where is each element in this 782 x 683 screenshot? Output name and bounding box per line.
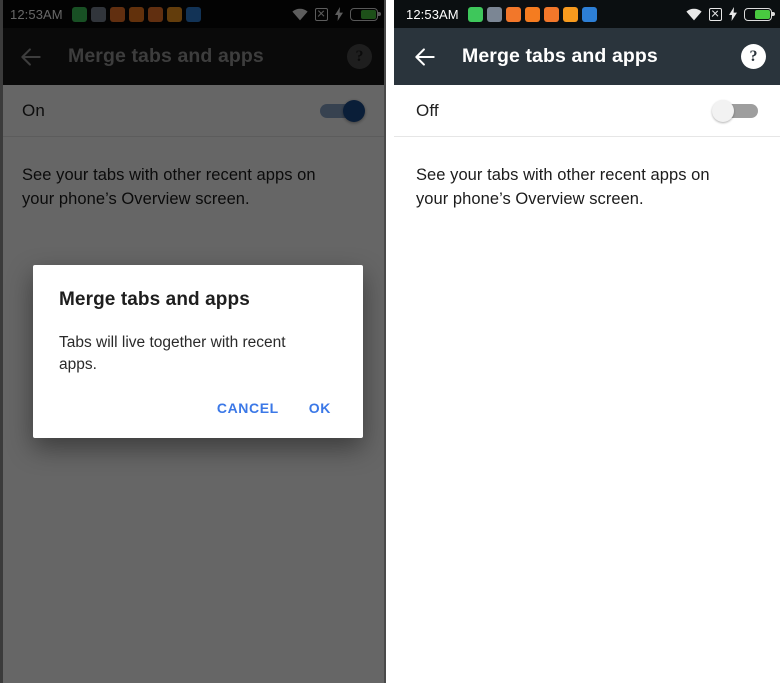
status-system-icons [686,7,775,21]
gray-app-icon [486,6,502,22]
orange-shield-icon [562,6,578,22]
toolbar-right: Merge tabs and apps ? [394,28,780,85]
switch-state-label: Off [416,100,439,120]
dialog-actions: CANCEL OK [59,396,339,430]
orange-app-icon-2 [543,6,559,22]
battery-icon [744,7,775,21]
merge-tabs-toggle[interactable] [712,99,760,122]
dialog-title: Merge tabs and apps [59,289,250,310]
dialog-message: Tabs will live together with recent apps… [59,334,286,373]
status-bar-right: 12:53AM [394,0,780,28]
no-sim-icon [709,7,722,21]
screenshot-stage: 12:53AM [0,0,782,683]
charging-bolt-icon [729,7,737,21]
status-app-icons [467,6,597,22]
photos-app-icon [581,6,597,22]
firefox-icon [524,6,540,22]
back-arrow-icon[interactable] [412,44,438,70]
orange-app-icon-1 [505,6,521,22]
page-title: Merge tabs and apps [462,45,658,67]
merge-tabs-dialog: Merge tabs and apps Tabs will live toget… [33,265,363,438]
toggle-thumb [712,99,734,122]
phone-screen-right: 12:53AM Merge tabs and apps ? Off See yo… [394,0,780,683]
setting-description: See your tabs with other recent apps on … [416,166,710,209]
cancel-button[interactable]: CANCEL [215,396,281,420]
battery-fill [755,9,770,19]
phone-screen-left: 12:53AM [0,0,386,683]
settings-content-right: Off See your tabs with other recent apps… [394,85,780,683]
help-icon[interactable]: ? [741,44,766,69]
status-clock: 12:53AM [406,6,459,22]
green-app-icon [467,6,483,22]
ok-button[interactable]: OK [307,396,333,420]
merge-tabs-switch-row[interactable]: Off [394,85,780,137]
wifi-icon [686,8,702,20]
